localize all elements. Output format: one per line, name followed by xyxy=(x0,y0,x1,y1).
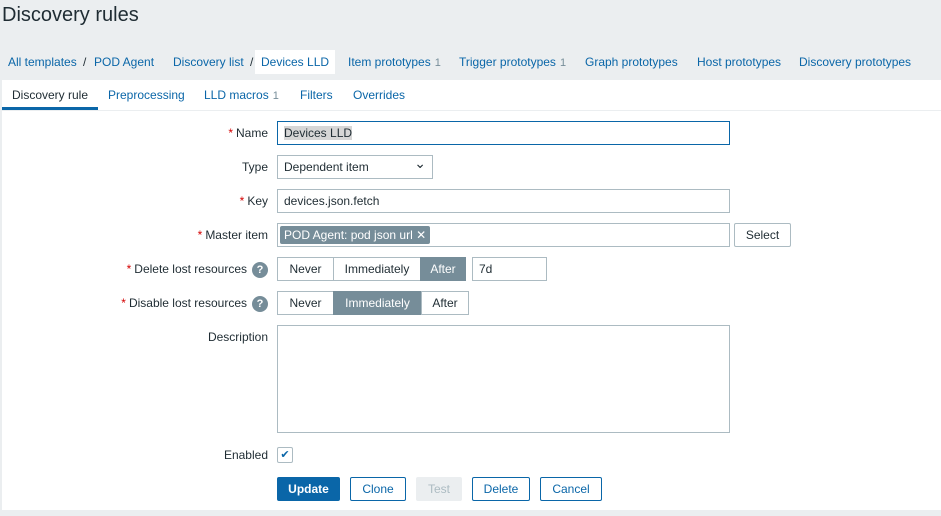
breadcrumb-separator: / xyxy=(250,55,254,69)
type-select[interactable]: Dependent item ⌄ xyxy=(277,155,433,179)
label: Item prototypes xyxy=(348,55,431,69)
delete-after-input[interactable]: 7d xyxy=(472,257,547,281)
clone-button[interactable]: Clone xyxy=(350,477,406,501)
tab-lld-macros[interactable]: LLD macros 1 xyxy=(204,84,279,110)
disable-lost-label: * Disable lost resources? xyxy=(121,291,268,315)
breadcrumb-pod-agent[interactable]: POD Agent xyxy=(94,50,154,74)
help-icon[interactable]: ? xyxy=(252,261,268,278)
breadcrumb-discovery-list[interactable]: Discovery list xyxy=(173,50,244,74)
count: 1 xyxy=(272,90,279,102)
delete-lost-label: * Delete lost resources? xyxy=(127,257,268,281)
label: Trigger prototypes xyxy=(459,55,556,69)
test-button: Test xyxy=(416,477,462,501)
enabled-checkbox[interactable]: ✔ xyxy=(277,447,293,463)
breadcrumb-devices-lld[interactable]: Devices LLD xyxy=(255,50,336,74)
nav-item-prototypes[interactable]: Item prototypes 1 xyxy=(348,50,441,74)
update-button[interactable]: Update xyxy=(277,477,340,501)
tab-filters[interactable]: Filters xyxy=(300,84,333,110)
select-button[interactable]: Select xyxy=(734,223,791,247)
disable-after-option[interactable]: After xyxy=(421,291,469,315)
cancel-button[interactable]: Cancel xyxy=(540,477,602,501)
disable-immediately-option[interactable]: Immediately xyxy=(333,291,422,315)
remove-icon[interactable]: ✕ xyxy=(416,228,426,242)
tab-discovery-rule[interactable]: Discovery rule xyxy=(2,84,99,110)
name-label: * Name xyxy=(228,126,268,140)
breadcrumb-separator: / xyxy=(83,55,87,69)
count: 1 xyxy=(559,57,567,69)
tab-divider xyxy=(2,110,941,111)
nav-trigger-prototypes[interactable]: Trigger prototypes 1 xyxy=(459,50,566,74)
master-item-field[interactable]: POD Agent: pod json url ✕ xyxy=(277,223,730,247)
tab-overrides[interactable]: Overrides xyxy=(353,84,405,110)
key-input[interactable]: devices.json.fetch xyxy=(277,189,730,213)
type-label: Type xyxy=(241,160,268,174)
nav-graph-prototypes[interactable]: Graph prototypes xyxy=(585,50,678,74)
master-item-tag: POD Agent: pod json url ✕ xyxy=(280,226,431,244)
name-input[interactable]: Devices LLD xyxy=(277,121,730,145)
count: 1 xyxy=(434,57,441,69)
nav-discovery-prototypes[interactable]: Discovery prototypes xyxy=(799,50,911,74)
tab-preprocessing[interactable]: Preprocessing xyxy=(108,84,185,110)
description-textarea[interactable] xyxy=(277,325,730,433)
description-label: Description xyxy=(207,330,268,344)
breadcrumb-all-templates[interactable]: All templates xyxy=(8,50,77,74)
delete-immediately-option[interactable]: Immediately xyxy=(333,257,421,281)
master-item-label: * Master item xyxy=(197,228,268,242)
enabled-label: Enabled xyxy=(223,448,268,462)
page-title: Discovery rules xyxy=(2,4,139,26)
key-label: * Key xyxy=(239,194,268,208)
help-icon[interactable]: ? xyxy=(252,295,268,312)
nav-host-prototypes[interactable]: Host prototypes xyxy=(697,50,781,74)
label: LLD macros xyxy=(204,88,269,102)
delete-after-option[interactable]: After xyxy=(420,257,466,281)
chevron-down-icon: ⌄ xyxy=(414,155,426,171)
delete-never-option[interactable]: Never xyxy=(277,257,334,281)
delete-button[interactable]: Delete xyxy=(472,477,530,501)
disable-never-option[interactable]: Never xyxy=(277,291,334,315)
